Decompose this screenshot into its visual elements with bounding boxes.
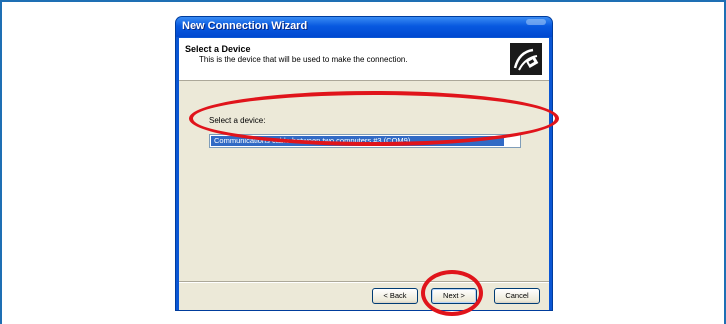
wizard-client-area: Select a Device This is the device that … bbox=[179, 38, 549, 310]
wizard-header: Select a Device This is the device that … bbox=[179, 38, 549, 81]
back-button[interactable]: < Back bbox=[372, 288, 418, 304]
wizard-window: New Connection Wizard Select a Device Th… bbox=[176, 17, 552, 310]
modem-cable-icon bbox=[510, 43, 542, 75]
title-bar[interactable]: New Connection Wizard bbox=[176, 17, 552, 37]
cancel-button[interactable]: Cancel bbox=[494, 288, 540, 304]
window-title: New Connection Wizard bbox=[182, 20, 308, 32]
next-button-highlight-oval bbox=[421, 270, 483, 316]
header-subtitle: This is the device that will be used to … bbox=[199, 55, 408, 64]
footer-separator bbox=[179, 281, 549, 283]
device-highlight-oval bbox=[189, 91, 559, 146]
header-title: Select a Device bbox=[185, 44, 251, 54]
title-bar-highlight bbox=[526, 19, 546, 25]
